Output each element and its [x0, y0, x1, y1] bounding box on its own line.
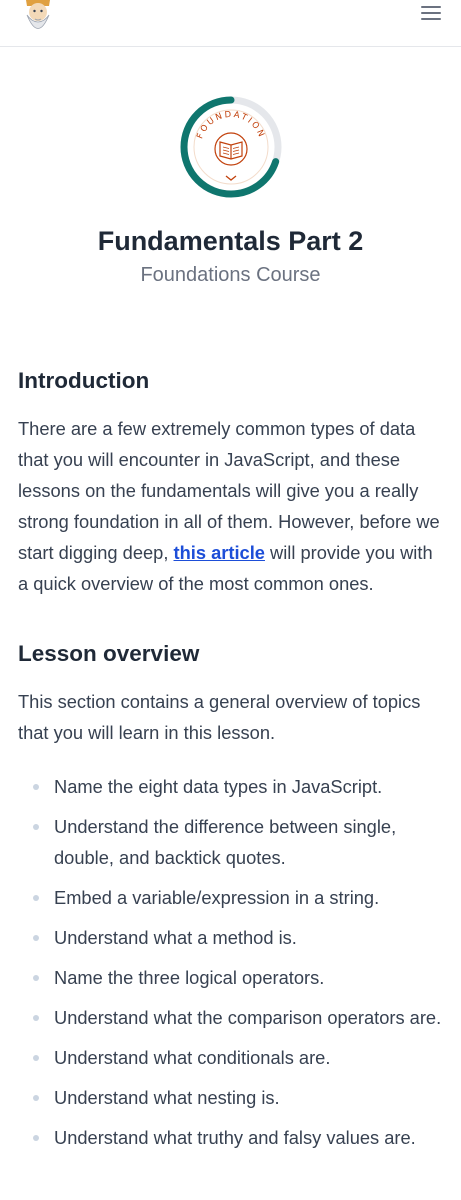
- list-item-text: Understand what truthy and falsy values …: [54, 1127, 416, 1148]
- list-item-text: Understand the difference between single…: [54, 816, 397, 868]
- bullet-dot-icon: [33, 784, 39, 790]
- this-article-link[interactable]: this article: [174, 542, 265, 563]
- course-title: Fundamentals Part 2: [97, 226, 364, 256]
- list-item-text: Name the eight data types in JavaScript.: [54, 776, 383, 797]
- bullet-dot-icon: [33, 935, 39, 941]
- list-item: Understand what the comparison operators…: [18, 1002, 446, 1033]
- foundation-badge-icon: FOUNDATION: [176, 92, 286, 202]
- hamburger-menu-icon[interactable]: [417, 2, 445, 24]
- list-item: Understand what a method is.: [18, 922, 446, 953]
- bullet-dot-icon: [33, 1055, 39, 1061]
- list-item: Understand what nesting is.: [18, 1082, 446, 1113]
- list-item-text: Understand what the comparison operators…: [54, 1007, 442, 1028]
- list-item: Embed a variable/expression in a string.: [18, 882, 446, 913]
- odin-logo-icon[interactable]: [18, 0, 58, 36]
- list-item: Understand the difference between single…: [18, 811, 446, 873]
- introduction-paragraph: There are a few extremely common types o…: [18, 413, 446, 599]
- bullet-dot-icon: [33, 1015, 39, 1021]
- list-item-text: Understand what conditionals are.: [54, 1047, 331, 1068]
- list-item-text: Understand what a method is.: [54, 927, 297, 948]
- bullet-dot-icon: [33, 895, 39, 901]
- list-item-text: Name the three logical operators.: [54, 967, 325, 988]
- list-item: Name the eight data types in JavaScript.: [18, 771, 446, 802]
- bullet-dot-icon: [33, 975, 39, 981]
- lesson-overview-list: Name the eight data types in JavaScript.…: [18, 771, 446, 1162]
- list-item: Name the three logical operators.: [18, 962, 446, 993]
- lesson-overview-heading: Lesson overview: [18, 641, 200, 666]
- introduction-heading: Introduction: [18, 368, 150, 393]
- course-subtitle: Foundations Course: [140, 264, 321, 286]
- bullet-dot-icon: [33, 824, 39, 830]
- list-item-text: Embed a variable/expression in a string.: [54, 887, 380, 908]
- list-item: Understand what truthy and falsy values …: [18, 1122, 446, 1153]
- bullet-dot-icon: [33, 1095, 39, 1101]
- bullet-dot-icon: [33, 1135, 39, 1141]
- list-item-text: Understand what nesting is.: [54, 1087, 280, 1108]
- lesson-overview-paragraph: This section contains a general overview…: [18, 691, 421, 743]
- top-navigation-bar: [0, 0, 461, 47]
- list-item: Understand what conditionals are.: [18, 1042, 446, 1073]
